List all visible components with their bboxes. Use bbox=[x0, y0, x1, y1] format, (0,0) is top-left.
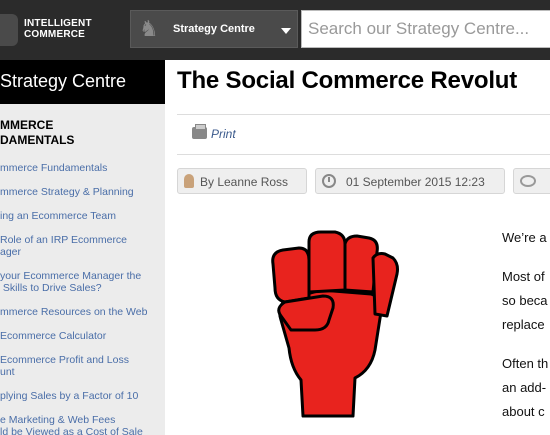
chess-knight-icon: ♞ bbox=[139, 16, 159, 41]
sidebar-link[interactable]: Ecommerce Calculator bbox=[0, 330, 165, 342]
divider bbox=[177, 154, 550, 155]
print-label: Print bbox=[211, 127, 236, 141]
person-icon bbox=[184, 174, 194, 188]
body-text-line: We’re a bbox=[502, 230, 547, 245]
body-text-line: so beca bbox=[502, 293, 548, 308]
comment-bubble-icon bbox=[520, 175, 536, 187]
author-badge: By Leanne Ross bbox=[177, 168, 307, 194]
sidebar-section-heading: MMERCE DAMENTALS bbox=[0, 118, 74, 148]
strategy-centre-dropdown[interactable]: ♞ Strategy Centre bbox=[130, 10, 298, 48]
chevron-down-icon bbox=[281, 28, 291, 34]
sidebar-link[interactable]: mmerce Strategy & Planning bbox=[0, 186, 165, 198]
dropdown-label: Strategy Centre bbox=[173, 23, 255, 35]
site-logo-text[interactable]: INTELLIGENT COMMERCE bbox=[24, 18, 92, 40]
clock-icon bbox=[322, 174, 336, 188]
sidebar-link[interactable]: ing an Ecommerce Team bbox=[0, 210, 165, 222]
sidebar-title: Strategy Centre bbox=[0, 60, 165, 104]
raised-fist-image bbox=[271, 230, 399, 418]
body-text-line: about c bbox=[502, 404, 545, 419]
top-navigation-bar: INTELLIGENT COMMERCE ♞ Strategy Centre bbox=[0, 0, 550, 60]
author-name: By Leanne Ross bbox=[200, 175, 289, 189]
logo-line-2: COMMERCE bbox=[24, 29, 86, 40]
sidebar-link[interactable]: e Marketing & Web Fees ld be Viewed as a… bbox=[0, 414, 165, 435]
comments-badge[interactable] bbox=[513, 168, 550, 194]
logo-line-1: INTELLIGENT bbox=[24, 18, 92, 29]
body-text-line: Often th bbox=[502, 356, 549, 371]
search-box[interactable] bbox=[301, 10, 550, 48]
sidebar-link[interactable]: mmerce Resources on the Web bbox=[0, 306, 165, 318]
sidebar: Strategy Centre MMERCE DAMENTALS mmerce … bbox=[0, 60, 165, 435]
date-badge: 01 September 2015 12:23 bbox=[315, 168, 505, 194]
print-button[interactable]: Print bbox=[192, 124, 236, 141]
sidebar-link[interactable]: your Ecommerce Manager the Skills to Dri… bbox=[0, 270, 165, 294]
logo-icon[interactable] bbox=[0, 14, 18, 46]
body-text-line: Most of bbox=[502, 269, 545, 284]
sidebar-link[interactable]: Ecommerce Profit and Loss unt bbox=[0, 354, 165, 378]
sidebar-link[interactable]: Role of an IRP Ecommerce ager bbox=[0, 234, 165, 258]
body-text-line: replace bbox=[502, 317, 545, 332]
article-title: The Social Commerce Revolut bbox=[177, 67, 518, 94]
sidebar-link[interactable]: mmerce Fundamentals bbox=[0, 162, 165, 174]
body-text-line: an add- bbox=[502, 380, 547, 395]
article-main: The Social Commerce Revolut Print By Lea… bbox=[165, 60, 550, 435]
search-input[interactable] bbox=[302, 11, 550, 47]
printer-icon bbox=[192, 124, 207, 139]
publish-date: 01 September 2015 12:23 bbox=[346, 175, 485, 189]
divider bbox=[177, 114, 550, 115]
sidebar-link[interactable]: plying Sales by a Factor of 10 bbox=[0, 390, 165, 402]
section-heading-line-2: DAMENTALS bbox=[0, 133, 75, 147]
section-heading-line-1: MMERCE bbox=[0, 118, 54, 132]
sidebar-link-list: mmerce Fundamentals mmerce Strategy & Pl… bbox=[0, 162, 165, 435]
